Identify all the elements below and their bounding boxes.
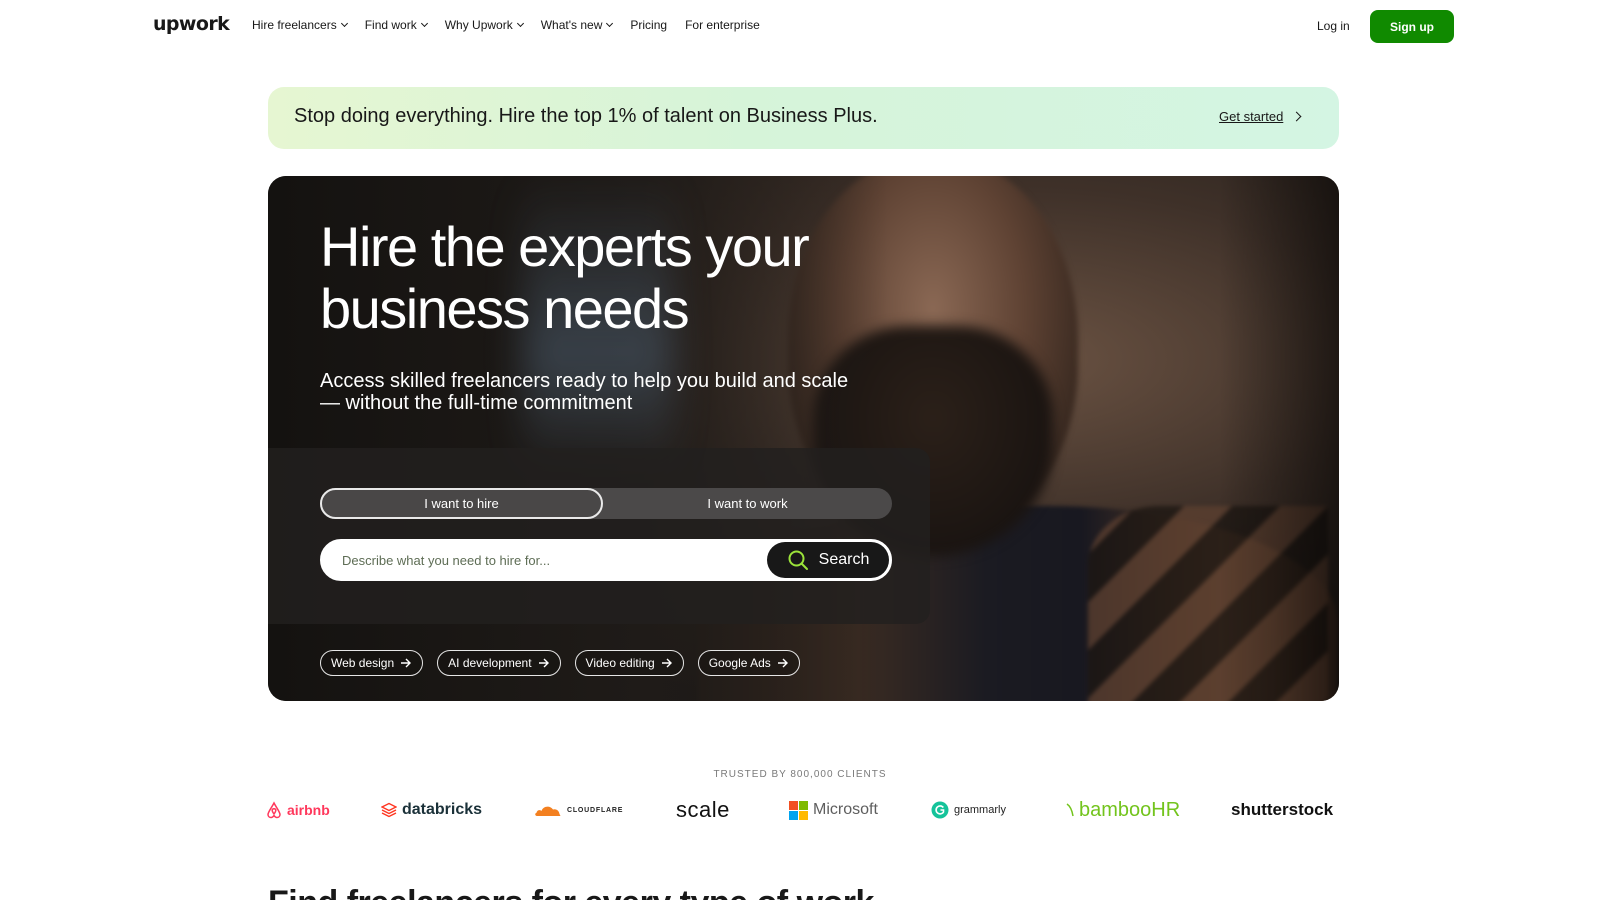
cloudflare-icon [535,806,561,816]
microsoft-icon [789,800,808,820]
chip-ai-development[interactable]: AI development [437,650,561,676]
airbnb-wordmark: airbnb [287,802,330,818]
nav-pricing[interactable]: Pricing [630,18,667,32]
cloudflare-wordmark: CLOUDFLARE [567,806,624,814]
shutterstock-logo: shutterstock [1231,795,1333,825]
search-button[interactable]: Search [767,542,889,578]
chevron-down-icon [606,19,614,28]
chip-label: Video editing [585,656,655,670]
microsoft-wordmark: Microsoft [813,801,878,818]
chip-google-ads[interactable]: Google Ads [697,650,800,676]
shutterstock-wordmark: shutterstock [1231,800,1334,819]
promo-text: Stop doing everything. Hire the top 1% o… [294,105,878,127]
chip-web-design[interactable]: Web design [320,650,424,676]
suggestion-chips: Web design AI development Video editing … [320,650,800,676]
arrow-right-icon [661,658,672,668]
nav-links: Hire freelancers Find work Why Upwork Wh… [252,18,760,32]
top-nav: upwork Hire freelancers Find work Why Up… [0,0,1600,52]
airbnb-icon [267,801,281,819]
arrow-right-icon [538,658,549,668]
nav-for-enterprise[interactable]: For enterprise [685,18,760,32]
hero-title: Hire the experts your business needs [320,215,810,340]
cloudflare-logo: CLOUDFLARE [534,795,623,825]
nav-whats-new[interactable]: What's new [540,18,614,32]
arrow-right-icon [777,658,788,668]
grammarly-logo: grammarly [931,795,1006,825]
chevron-down-icon [420,19,428,28]
bamboo-leaf-icon [1066,803,1074,817]
hero-subtitle-line-1: Access skilled freelancers ready to help… [320,370,849,392]
hire-work-toggle: I want to hire I want to work [320,488,892,519]
scale-wordmark: scale [676,797,730,822]
hero-subtitle-line-2: — without the full-time commitment [320,392,633,414]
microsoft-logo: Microsoft [789,795,878,825]
chip-video-editing[interactable]: Video editing [574,650,684,676]
hero-title-line-1: Hire the experts your [320,215,810,278]
chip-label: Google Ads [708,656,771,670]
client-logos: airbnb databricks CLOUDFLARE scale Micro… [266,795,1342,825]
promo-banner: Stop doing everything. Hire the top 1% o… [268,87,1339,149]
search-input[interactable] [342,541,752,579]
search-icon [788,550,808,570]
nav-whats-new-label: What's new [540,18,603,32]
chevron-down-icon [340,19,348,28]
nav-hire-freelancers[interactable]: Hire freelancers [252,18,348,32]
hero-title-line-2: business needs [320,277,690,340]
nav-pricing-label: Pricing [630,18,668,32]
bamboohr-logo: bambooHR [1066,795,1180,825]
nav-find-work[interactable]: Find work [364,18,428,32]
signup-button[interactable]: Sign up [1370,10,1454,43]
trusted-label: TRUSTED BY 800,000 CLIENTS [713,769,887,780]
nav-why-upwork[interactable]: Why Upwork [444,18,524,32]
airbnb-logo: airbnb [266,795,330,825]
toggle-i-want-to-hire[interactable]: I want to hire [320,488,603,519]
upwork-logo[interactable]: upwork [153,13,230,35]
databricks-wordmark: databricks [402,801,483,818]
search-panel: I want to hire I want to work Search [268,448,930,624]
grammarly-wordmark: grammarly [954,804,1006,816]
search-box: Search [320,539,892,581]
bamboohr-wordmark: bambooHR [1079,798,1181,821]
hero-subtitle: Access skilled freelancers ready to help… [320,370,848,414]
chip-label: AI development [448,656,532,670]
chip-label: Web design [331,656,395,670]
chevron-down-icon [516,19,524,28]
section-title: Find freelancers for every type of work [268,884,874,900]
nav-why-upwork-label: Why Upwork [444,18,513,32]
search-button-label: Search [818,551,870,568]
get-started-link[interactable]: Get started [1219,109,1302,124]
arrow-right-icon [401,658,412,668]
scale-logo: scale [676,795,730,825]
login-link[interactable]: Log in [1317,19,1350,33]
chevron-right-icon [1291,111,1302,122]
hero: Hire the experts your business needs Acc… [268,176,1339,701]
nav-for-enterprise-label: For enterprise [685,18,760,32]
grammarly-icon [931,801,949,819]
databricks-logo: databricks [381,795,482,825]
toggle-i-want-to-work[interactable]: I want to work [603,488,892,519]
get-started-label: Get started [1219,109,1284,124]
nav-hire-freelancers-label: Hire freelancers [252,18,337,32]
databricks-icon [381,802,397,818]
nav-find-work-label: Find work [364,18,417,32]
